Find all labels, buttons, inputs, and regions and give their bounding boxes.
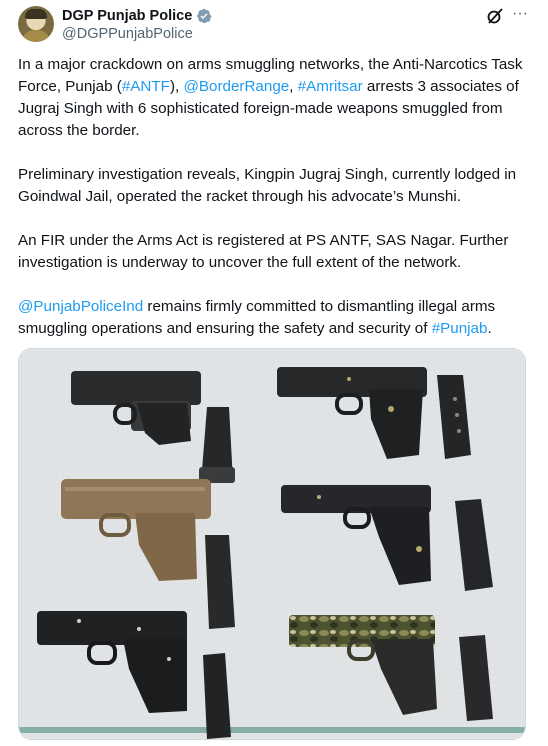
tweet-text: In a major crackdown on arms smuggling n…: [18, 54, 530, 362]
text-segment: ,: [289, 78, 298, 95]
tweet-paragraph-4: @PunjabPoliceInd remains firmly committe…: [18, 296, 530, 340]
mention-punjabpoliceind-link[interactable]: @PunjabPoliceInd: [18, 298, 143, 315]
hashtag-punjab-link[interactable]: #Punjab: [432, 320, 488, 337]
author-handle[interactable]: @DGPPunjabPolice: [62, 26, 193, 42]
tweet-media-photo[interactable]: [18, 348, 526, 740]
grok-icon[interactable]: [486, 7, 504, 25]
text-segment: ),: [169, 78, 184, 95]
tweet-paragraph-2: Preliminary investigation reveals, Kingp…: [18, 166, 517, 205]
tweet-paragraph-3: An FIR under the Arms Act is registered …: [18, 232, 509, 271]
text-segment: .: [487, 320, 492, 337]
author-name-row: DGP Punjab Police: [62, 7, 212, 25]
author-avatar[interactable]: [18, 6, 54, 42]
verified-badge-icon: [197, 8, 212, 24]
more-options-icon[interactable]: ···: [510, 6, 530, 26]
hashtag-antf-link[interactable]: #ANTF: [122, 78, 170, 95]
tweet-paragraph-1: In a major crackdown on arms smuggling n…: [18, 54, 530, 142]
tweet-card[interactable]: DGP Punjab Police @DGPPunjabPolice ··· I…: [0, 0, 548, 746]
hashtag-amritsar-link[interactable]: #Amritsar: [298, 78, 363, 95]
seized-weapons-photo: [19, 349, 525, 739]
author-display-name[interactable]: DGP Punjab Police: [62, 8, 192, 24]
mention-borderrange-link[interactable]: @BorderRange: [183, 78, 289, 95]
